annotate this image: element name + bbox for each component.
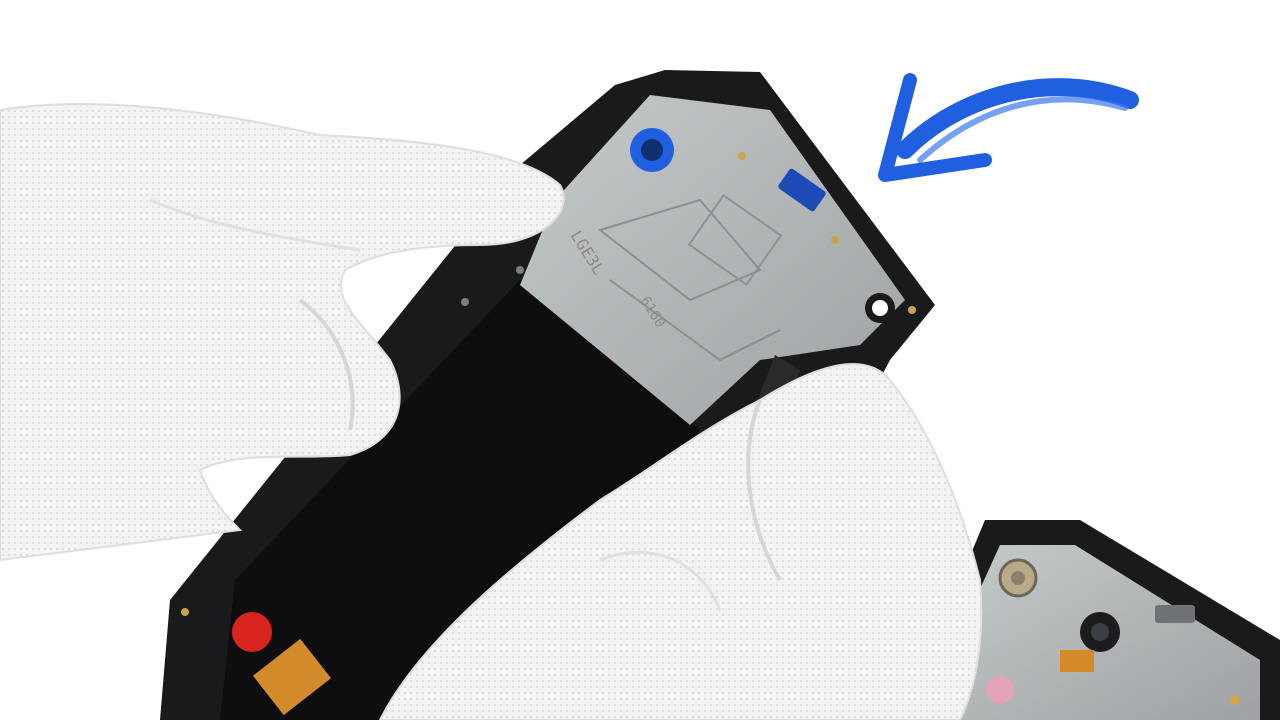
red-sticker-icon [232, 612, 272, 652]
photo-scene: LGE3L 6160 [0, 0, 1280, 720]
flex-cable [1060, 650, 1094, 672]
earpiece [1155, 605, 1195, 623]
